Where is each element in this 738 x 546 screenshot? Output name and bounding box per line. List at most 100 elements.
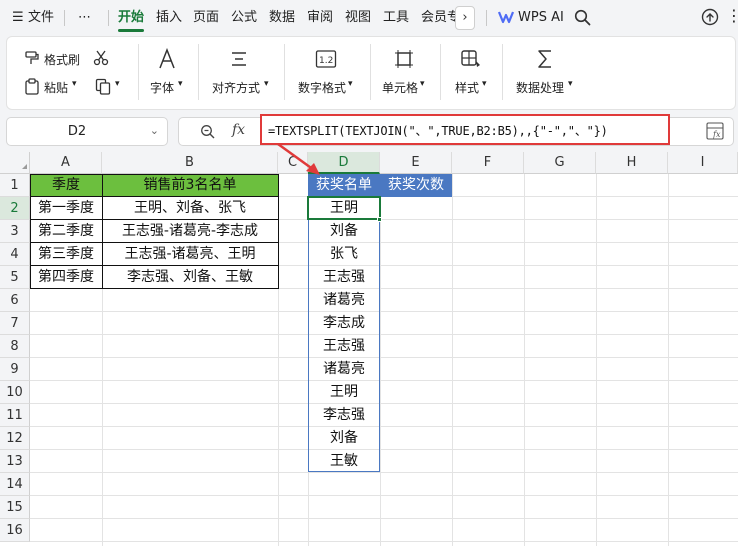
row-header-15[interactable]: 15 [0, 496, 30, 519]
tab-insert[interactable]: 插入 [156, 9, 182, 27]
table-border [30, 265, 279, 266]
divider [284, 44, 285, 100]
name-box-value: D2 [67, 124, 87, 139]
chevron-right-icon[interactable]: › [455, 6, 475, 30]
format-painter-icon[interactable] [24, 50, 40, 70]
paste-button[interactable]: 粘贴 [44, 79, 68, 96]
select-all-corner[interactable] [0, 152, 30, 174]
column-header-e[interactable]: E [380, 152, 452, 174]
divider [370, 44, 371, 100]
number-format-icon[interactable]: 1.2 [315, 49, 337, 73]
gridline [30, 380, 738, 381]
gridline [30, 426, 738, 427]
column-header-h[interactable]: H [596, 152, 668, 174]
gridline [30, 334, 738, 335]
gridline [524, 174, 525, 546]
row-header-6[interactable]: 6 [0, 289, 30, 312]
chevron-down-icon[interactable]: ▾ [420, 79, 425, 89]
hamburger-icon[interactable]: ☰ [12, 9, 24, 27]
wps-ai-button[interactable]: WPS AI [518, 9, 564, 27]
table-header-cell[interactable]: 获奖次数 [380, 174, 452, 197]
data-processing-button[interactable]: 数据处理 [516, 79, 564, 96]
tab-tools[interactable]: 工具 [383, 9, 409, 27]
active-cell-border[interactable] [307, 196, 381, 220]
menu-file[interactable]: 文件 [28, 9, 54, 27]
more-icon[interactable]: ⋯ [78, 9, 91, 27]
svg-text:1.2: 1.2 [319, 56, 333, 66]
active-tab-indicator [118, 29, 144, 32]
scissors-icon[interactable] [93, 50, 109, 70]
cloud-upload-icon[interactable] [700, 8, 720, 30]
fill-handle[interactable] [377, 217, 382, 222]
row-header-5[interactable]: 5 [0, 266, 30, 289]
row-header-12[interactable]: 12 [0, 427, 30, 450]
gridline [30, 495, 738, 496]
tab-review[interactable]: 审阅 [307, 9, 333, 27]
column-header-f[interactable]: F [452, 152, 524, 174]
formula-text[interactable]: =TEXTSPLIT(TEXTJOIN("、",TRUE,B2:B5),,{"-… [268, 122, 608, 139]
row-header-2[interactable]: 2 [0, 197, 30, 220]
name-box[interactable]: D2 ⌄ [6, 117, 168, 146]
column-header-g[interactable]: G [524, 152, 596, 174]
chevron-down-icon[interactable]: ▾ [482, 79, 487, 89]
tab-view[interactable]: 视图 [345, 9, 371, 27]
chevron-down-icon[interactable]: ▾ [568, 79, 573, 89]
style-button[interactable]: 样式 [455, 79, 479, 96]
column-header-a[interactable]: A [30, 152, 102, 174]
more-vertical-icon[interactable]: ⋮ [726, 7, 738, 25]
gridline [30, 449, 738, 450]
search-icon[interactable] [574, 9, 591, 30]
font-button[interactable]: 字体 [150, 79, 174, 96]
gridline [668, 174, 669, 546]
tab-member[interactable]: 会员专 [421, 9, 455, 27]
row-header-4[interactable]: 4 [0, 243, 30, 266]
chevron-down-icon[interactable]: ▾ [72, 79, 77, 89]
divider [138, 44, 139, 100]
divider [502, 44, 503, 100]
chevron-down-icon[interactable]: ▾ [178, 79, 183, 89]
number-format-button[interactable]: 数字格式 [298, 79, 346, 96]
column-header-i[interactable]: I [668, 152, 738, 174]
menu-bar: ☰ 文件 ⋯ 开始 插入 页面 公式 数据 审阅 视图 工具 会员专 › WPS… [0, 0, 738, 34]
row-header-14[interactable]: 14 [0, 473, 30, 496]
font-icon[interactable] [157, 47, 177, 74]
chevron-down-icon[interactable]: ▾ [264, 79, 269, 89]
align-icon[interactable] [229, 49, 249, 73]
table-border [30, 174, 279, 289]
fx-icon[interactable]: fx [232, 122, 245, 138]
chevron-down-icon[interactable]: ▾ [348, 79, 353, 89]
column-header-b[interactable]: B [102, 152, 278, 174]
row-header-13[interactable]: 13 [0, 450, 30, 473]
table-border [30, 242, 279, 243]
cell-icon[interactable] [394, 49, 414, 73]
row-header-7[interactable]: 7 [0, 312, 30, 335]
row-header-1[interactable]: 1 [0, 174, 30, 197]
wps-ai-logo-icon [497, 10, 515, 28]
gridline [30, 311, 738, 312]
format-painter-button[interactable]: 格式刷 [44, 51, 80, 68]
cell-button[interactable]: 单元格 [382, 79, 418, 96]
chevron-down-icon[interactable]: ▾ [115, 79, 120, 89]
chevron-down-icon[interactable]: ⌄ [150, 124, 159, 137]
row-header-9[interactable]: 9 [0, 358, 30, 381]
row-header-8[interactable]: 8 [0, 335, 30, 358]
style-icon[interactable] [460, 49, 482, 73]
tab-page[interactable]: 页面 [193, 9, 219, 27]
row-header-10[interactable]: 10 [0, 381, 30, 404]
gridline [30, 472, 738, 473]
sigma-icon[interactable] [535, 48, 555, 74]
table-border [102, 174, 104, 289]
row-header-11[interactable]: 11 [0, 404, 30, 427]
annotation-arrow-icon [277, 142, 320, 175]
tab-home[interactable]: 开始 [118, 9, 144, 27]
tab-data[interactable]: 数据 [269, 9, 295, 27]
row-header-16[interactable]: 16 [0, 519, 30, 542]
row-header-3[interactable]: 3 [0, 220, 30, 243]
zoom-search-icon[interactable] [200, 124, 215, 143]
expand-formula-icon[interactable]: fx [706, 122, 724, 144]
alignment-button[interactable]: 对齐方式 [212, 79, 260, 96]
tab-formula[interactable]: 公式 [231, 9, 257, 27]
paste-icon[interactable] [24, 78, 40, 99]
copy-icon[interactable] [95, 78, 111, 99]
divider [108, 10, 109, 26]
